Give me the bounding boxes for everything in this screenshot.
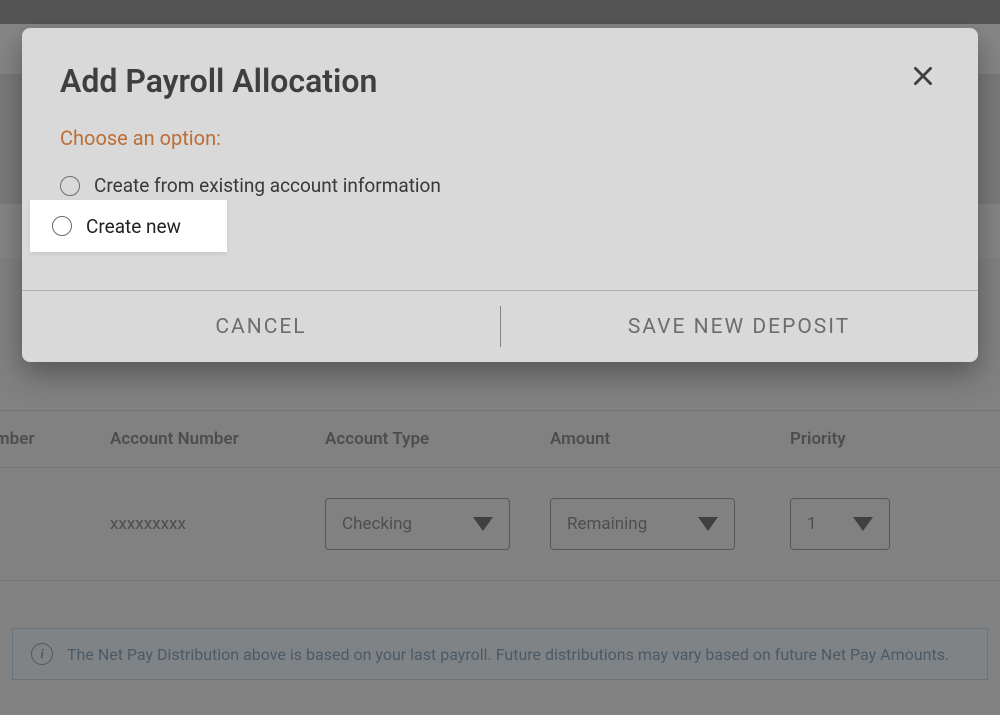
option-label: Create new: [86, 215, 181, 238]
radio-icon: [52, 216, 72, 236]
tutorial-highlight-create-new[interactable]: Create new: [30, 200, 227, 252]
modal-focus-overlay: [0, 0, 1000, 715]
